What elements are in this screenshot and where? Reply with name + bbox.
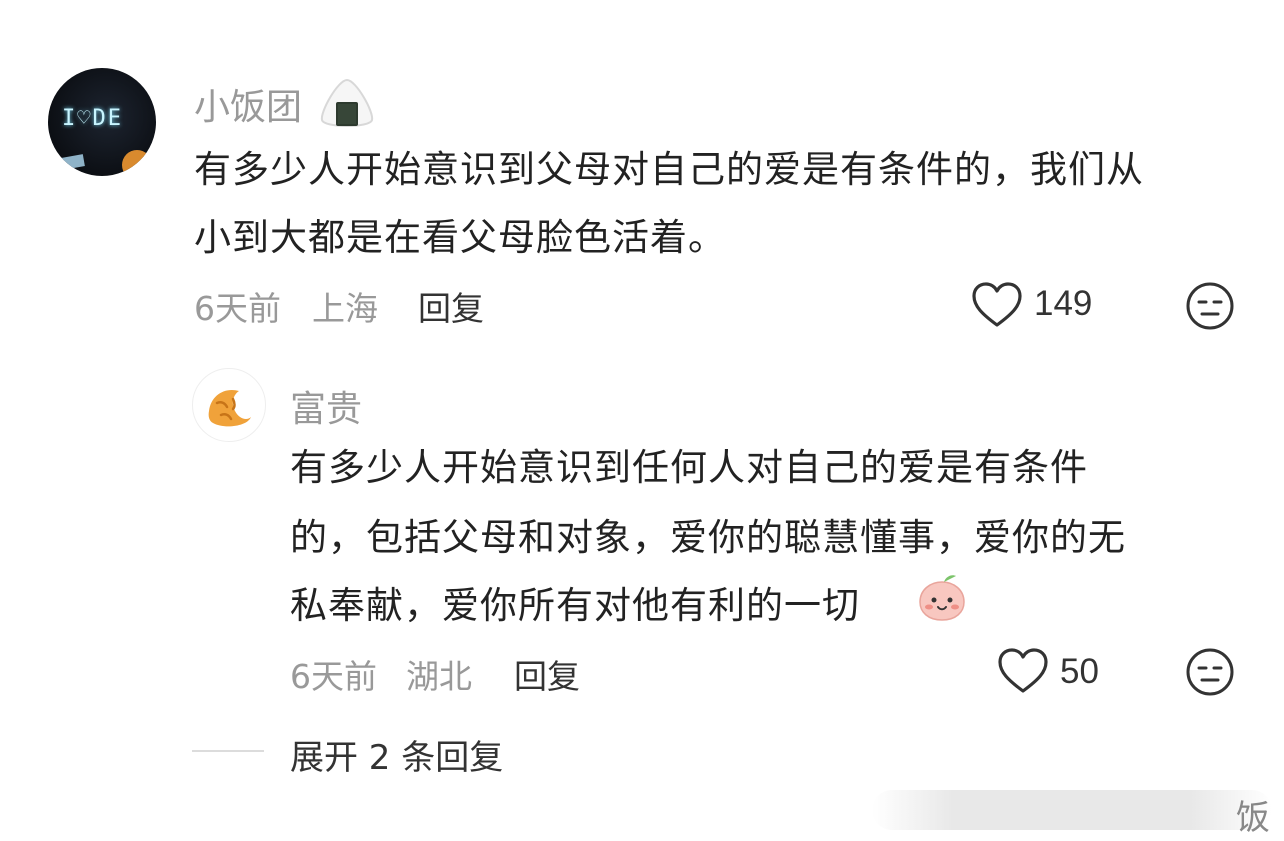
expand-replies-button[interactable]: 展开 2 条回复 (290, 730, 503, 779)
reply-button[interactable]: 回复 (514, 650, 580, 698)
meh-face-icon[interactable] (1184, 280, 1236, 332)
heart-icon[interactable] (996, 646, 1050, 696)
reply-button[interactable]: 回复 (418, 282, 484, 330)
username[interactable]: 富贵 (290, 380, 362, 432)
username[interactable]: 小饭团 (194, 78, 302, 130)
avatar[interactable]: I♡DE (48, 68, 156, 176)
comment-text-line: 私奉献，爱你所有对他有利的一切 (290, 584, 860, 627)
watermark-bar (872, 790, 1272, 830)
comment-time: 6天前 (290, 657, 377, 696)
like-count: 50 (1060, 652, 1099, 691)
avatar-led-text: I♡DE (62, 106, 123, 131)
divider (192, 750, 264, 752)
like-count: 149 (1034, 284, 1093, 323)
avatar[interactable] (192, 368, 266, 442)
meh-face-icon[interactable] (1184, 646, 1236, 698)
watermark-text: 饭 (1236, 798, 1270, 838)
comment-text-line: 的，包括父母和对象，爱你的聪慧懂事，爱你的无 (290, 516, 1126, 559)
croissant-icon (203, 381, 255, 429)
comment-time: 6天前 (194, 289, 281, 328)
comment-text-line: 有多少人开始意识到任何人对自己的爱是有条件 (290, 446, 1088, 489)
heart-icon[interactable] (970, 280, 1024, 330)
comment-text-line: 有多少人开始意识到父母对自己的爱是有条件的，我们从 (194, 148, 1144, 191)
comment-location: 湖北 (406, 657, 472, 696)
comment-location: 上海 (312, 289, 378, 328)
comment-text-line: 小到大都是在看父母脸色活着。 (194, 216, 726, 259)
peach-face-icon (916, 572, 968, 624)
onigiri-icon (318, 76, 376, 130)
